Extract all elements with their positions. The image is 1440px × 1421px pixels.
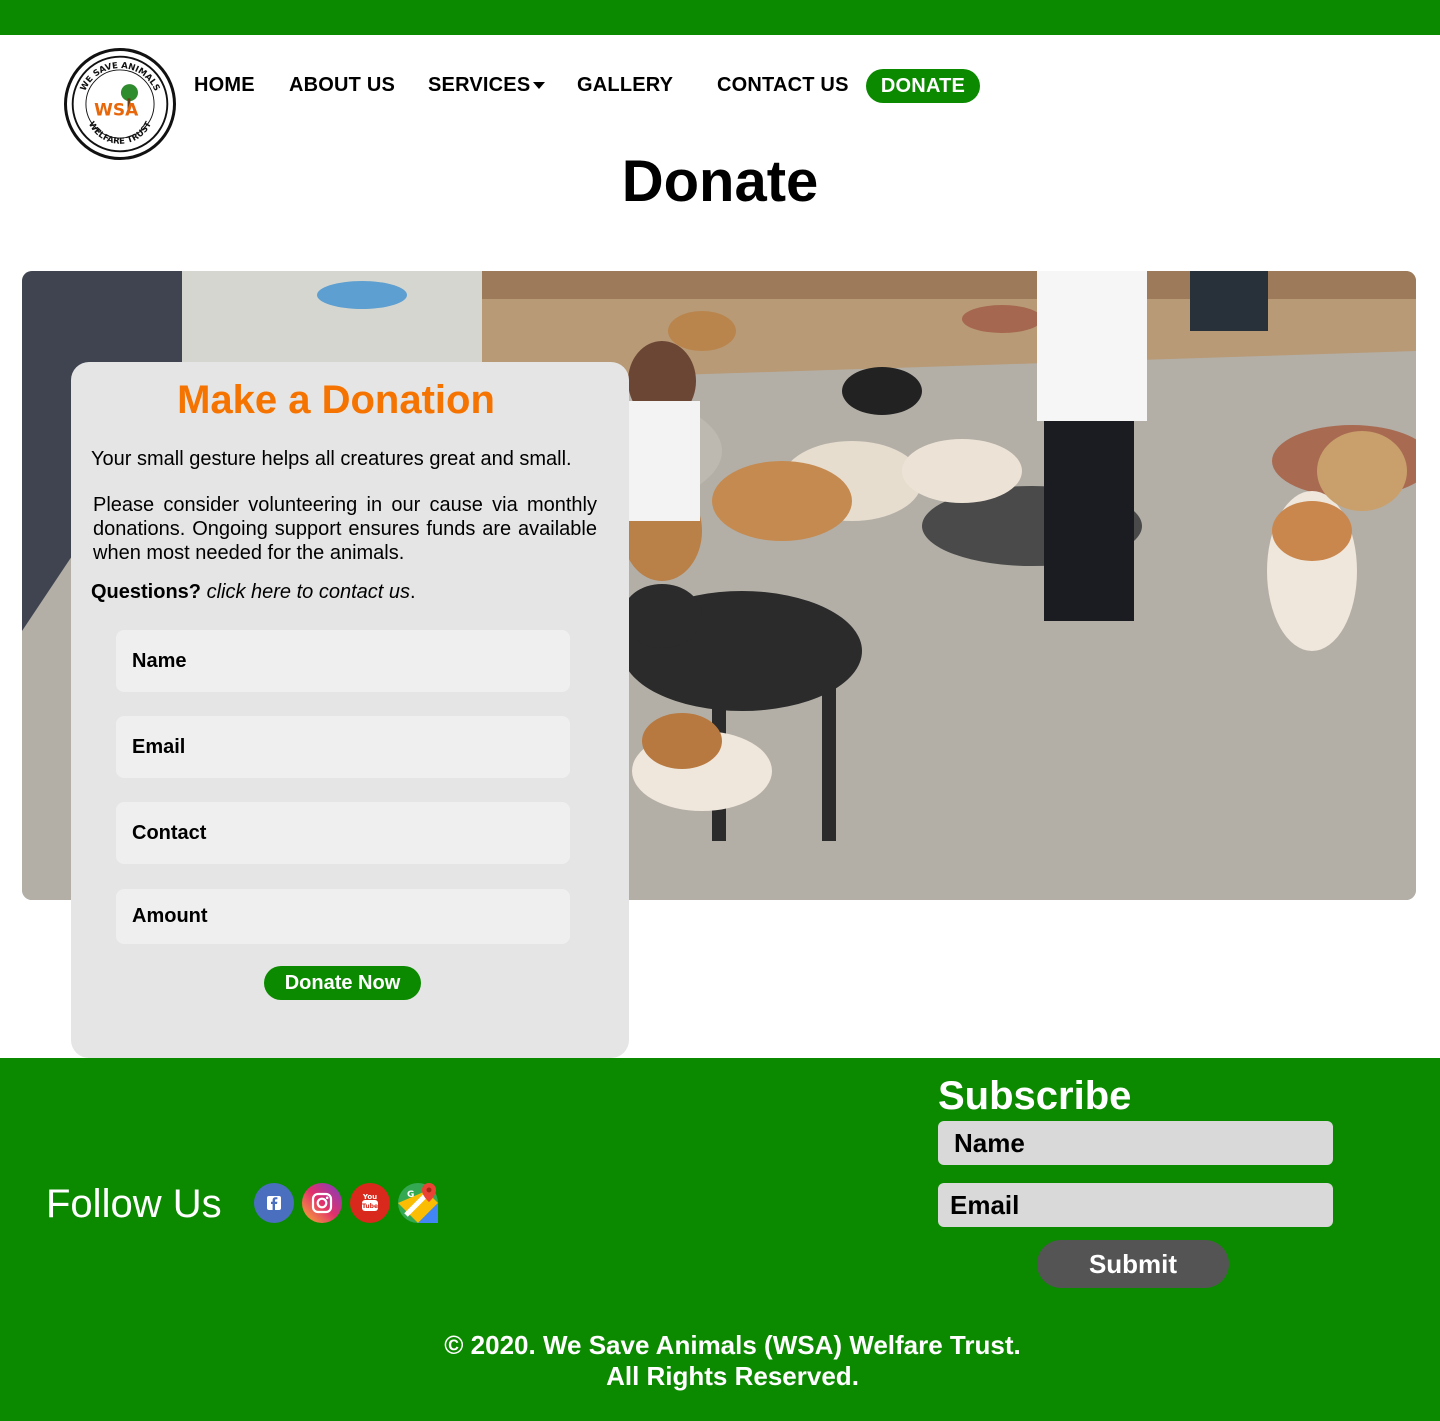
- facebook-icon[interactable]: [254, 1183, 294, 1223]
- contact-field-placeholder: Contact: [132, 821, 207, 844]
- donation-lead-text: Your small gesture helps all creatures g…: [91, 448, 572, 470]
- name-field[interactable]: Name: [116, 630, 570, 692]
- google-maps-icon[interactable]: G: [398, 1183, 438, 1223]
- subscribe-name-field[interactable]: Name: [938, 1121, 1333, 1165]
- email-field[interactable]: Email: [116, 716, 570, 778]
- copyright: © 2020. We Save Animals (WSA) Welfare Tr…: [0, 1330, 1440, 1392]
- nav-gallery[interactable]: GALLERY: [577, 74, 673, 97]
- nav-contact-us[interactable]: CONTACT US: [717, 74, 849, 97]
- contact-field[interactable]: Contact: [116, 802, 570, 864]
- subscribe-name-placeholder: Name: [954, 1127, 1025, 1158]
- email-field-placeholder: Email: [132, 735, 186, 758]
- copyright-line-2: All Rights Reserved.: [606, 1361, 859, 1391]
- page-title: Donate: [621, 149, 819, 214]
- nav-donate-button[interactable]: DONATE: [866, 69, 980, 103]
- wsa-logo[interactable]: WE SAVE ANIMALS WELFARE TRUST WSA: [64, 48, 176, 160]
- contact-us-link[interactable]: click here to contact us: [207, 581, 410, 603]
- subscribe-email-field[interactable]: Email: [938, 1183, 1333, 1227]
- subscribe-heading: Subscribe: [938, 1074, 1132, 1118]
- amount-field[interactable]: Amount: [116, 889, 570, 944]
- follow-us-heading: Follow Us: [46, 1182, 222, 1226]
- nav-home[interactable]: HOME: [194, 74, 255, 97]
- questions-line: Questions? click here to contact us.: [91, 581, 416, 604]
- copyright-line-1: © 2020. We Save Animals (WSA) Welfare Tr…: [444, 1330, 1021, 1360]
- wsa-logo-graphic: WE SAVE ANIMALS WELFARE TRUST WSA: [71, 55, 169, 153]
- svg-text:G: G: [407, 1190, 414, 1200]
- nav-services[interactable]: SERVICES: [428, 74, 546, 97]
- caret-down-icon: [533, 82, 546, 90]
- name-field-placeholder: Name: [132, 649, 187, 672]
- donate-now-button[interactable]: Donate Now: [264, 966, 421, 1000]
- youtube-icon[interactable]: You Tube: [350, 1183, 390, 1223]
- top-bar: [0, 0, 1440, 35]
- amount-field-placeholder: Amount: [132, 905, 208, 927]
- nav-services-label: SERVICES: [428, 74, 531, 96]
- subscribe-email-placeholder: Email: [950, 1189, 1020, 1220]
- subscribe-submit-button[interactable]: Submit: [1037, 1240, 1229, 1288]
- instagram-icon[interactable]: [302, 1183, 342, 1223]
- donation-card: Make a Donation Your small gesture helps…: [71, 362, 629, 1058]
- donation-description: Please consider volunteering in our caus…: [93, 494, 597, 564]
- svg-text:You: You: [362, 1193, 377, 1201]
- svg-text:WSA: WSA: [94, 100, 139, 120]
- questions-label: Questions?: [91, 581, 202, 603]
- questions-suffix: .: [410, 581, 416, 603]
- donation-card-title: Make a Donation: [177, 378, 495, 422]
- svg-text:Tube: Tube: [362, 1203, 378, 1210]
- footer: Follow Us You Tube G Subscribe Name Email…: [0, 1058, 1440, 1421]
- nav-about-us[interactable]: ABOUT US: [289, 74, 395, 97]
